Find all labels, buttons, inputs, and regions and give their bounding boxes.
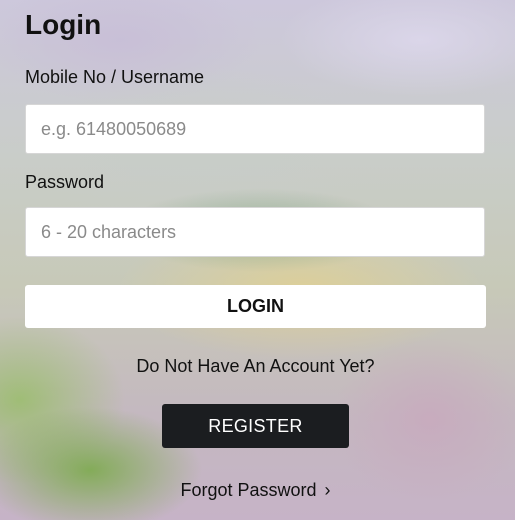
- login-button[interactable]: LOGIN: [25, 285, 486, 328]
- username-field-container: [25, 104, 485, 154]
- password-input[interactable]: [26, 208, 484, 256]
- page-title: Login: [25, 9, 102, 40]
- forgot-password-label: Forgot Password: [180, 480, 317, 500]
- password-field-container: [25, 207, 485, 257]
- forgot-password-link[interactable]: Forgot Password ›: [25, 480, 486, 501]
- username-label: Mobile No / Username: [25, 67, 205, 87]
- username-input[interactable]: [26, 105, 484, 153]
- register-button[interactable]: REGISTER: [162, 404, 349, 448]
- password-label: Password: [25, 172, 105, 192]
- chevron-right-icon: ›: [324, 480, 331, 500]
- no-account-prompt: Do Not Have An Account Yet?: [136, 356, 375, 376]
